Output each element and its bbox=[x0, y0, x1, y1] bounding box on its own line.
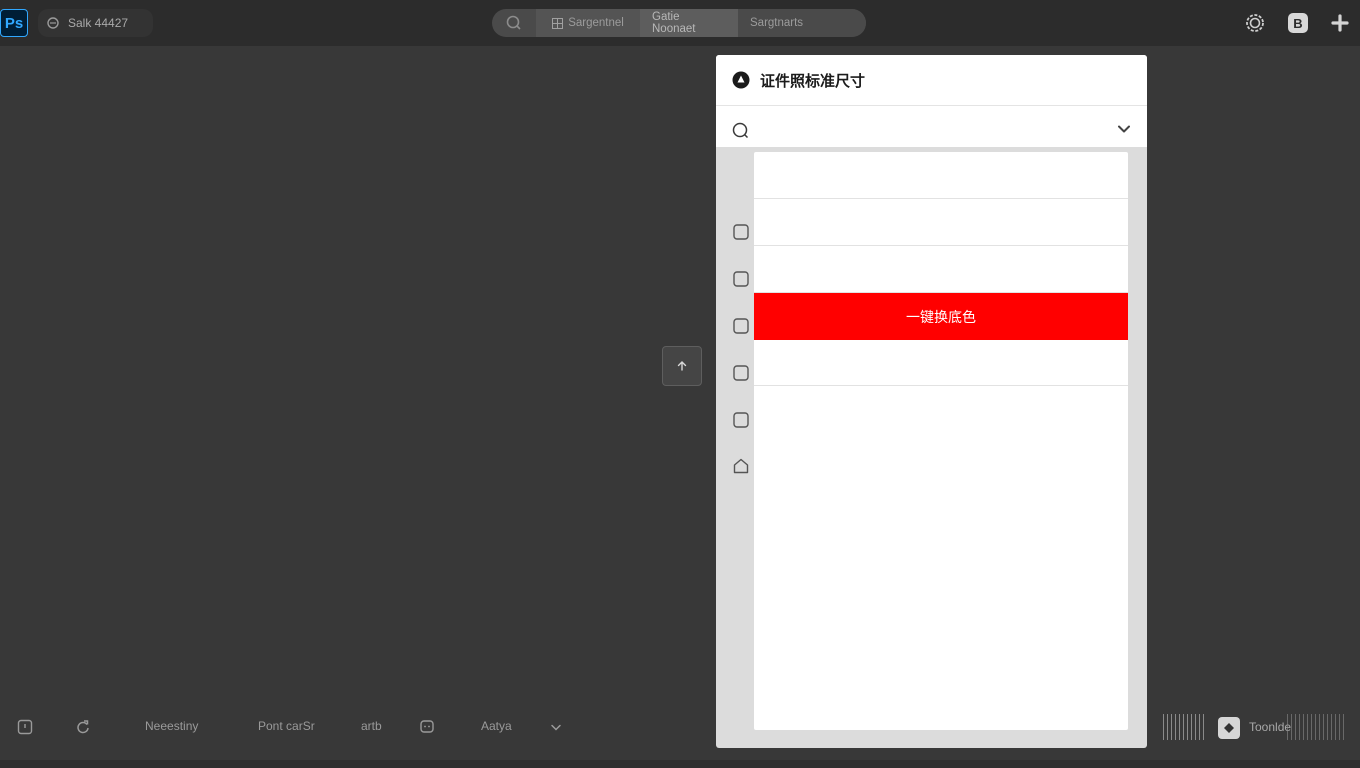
square-icon[interactable] bbox=[732, 317, 750, 335]
bottom-item-aatya[interactable]: Aatya bbox=[481, 719, 512, 733]
list-item-label: 一键换底色 bbox=[906, 309, 976, 326]
square-icon[interactable] bbox=[732, 270, 750, 288]
tool-button[interactable] bbox=[1218, 717, 1240, 739]
grid-icon bbox=[552, 17, 564, 29]
list-item[interactable] bbox=[754, 339, 1128, 386]
home-icon[interactable] bbox=[732, 457, 750, 475]
user-badge-button[interactable]: B bbox=[1287, 12, 1309, 34]
diamond-icon bbox=[1224, 723, 1234, 733]
workspace-search-button[interactable] bbox=[492, 9, 536, 37]
bottom-item-pont-carsr[interactable]: Pont carSr bbox=[258, 719, 315, 733]
tab-sargtnarts[interactable]: Sargtnarts bbox=[738, 9, 866, 37]
list-item[interactable] bbox=[754, 199, 1128, 246]
bottom-right-tools: Toonlde bbox=[1147, 706, 1360, 748]
square-icon[interactable] bbox=[732, 364, 750, 382]
chevron-down-icon[interactable] bbox=[547, 718, 565, 736]
panel-header: 证件照标准尺寸 bbox=[716, 55, 1147, 106]
gear-icon bbox=[1246, 14, 1264, 32]
tab-label: Gatie Noonaet bbox=[652, 11, 696, 35]
add-button[interactable] bbox=[1329, 12, 1351, 34]
panel-title: 证件照标准尺寸 bbox=[760, 71, 866, 90]
panel-search-bar bbox=[716, 106, 1147, 147]
panel-search-input[interactable] bbox=[756, 112, 1096, 142]
plus-icon bbox=[1331, 14, 1349, 32]
bottom-item-neeestiny[interactable]: Neeestiny bbox=[145, 719, 198, 733]
square-icon[interactable] bbox=[732, 411, 750, 429]
tool-label: Toonlde bbox=[1249, 720, 1292, 734]
document-title: Salk 44427 bbox=[68, 16, 129, 30]
level-meter bbox=[1287, 714, 1347, 740]
square-icon[interactable] bbox=[732, 223, 750, 241]
list-item[interactable] bbox=[754, 246, 1128, 293]
list-item[interactable] bbox=[754, 152, 1128, 199]
app-logo[interactable]: Ps bbox=[0, 9, 28, 37]
tab-gatie-noonaet[interactable]: Gatie Noonaet bbox=[640, 9, 738, 37]
bottom-item-artb[interactable]: artb bbox=[361, 719, 382, 733]
top-bar: Ps Salk 44427 Sargentnel Gatie Noonaet S… bbox=[0, 0, 1360, 46]
frame-icon[interactable] bbox=[16, 718, 34, 736]
bottom-edge bbox=[0, 760, 1360, 768]
panel-side-toolbar bbox=[716, 147, 754, 748]
refresh-icon[interactable] bbox=[74, 718, 92, 736]
level-meter bbox=[1163, 714, 1205, 740]
workspace-tabs: Sargentnel Gatie Noonaet Sargtnarts bbox=[492, 9, 866, 37]
tab-label: Sargentnel bbox=[568, 17, 624, 29]
document-title-pill[interactable]: Salk 44427 bbox=[38, 9, 153, 37]
size-list: 一键换底色 bbox=[754, 152, 1128, 730]
search-icon bbox=[732, 122, 749, 139]
id-photo-size-panel: 证件照标准尺寸 一键换底色 bbox=[716, 55, 1147, 748]
drop-icon bbox=[732, 71, 750, 89]
tab-label: Sargtnarts bbox=[750, 17, 804, 29]
settings-button[interactable] bbox=[1244, 12, 1266, 34]
search-icon bbox=[506, 15, 521, 30]
bottom-bar: Neeestiny Pont carSr artb Aatya bbox=[0, 706, 716, 748]
chat-icon[interactable] bbox=[418, 718, 436, 736]
tab-sargentnel[interactable]: Sargentnel bbox=[536, 9, 640, 37]
chevron-down-icon[interactable] bbox=[1116, 121, 1132, 137]
arrow-up-icon bbox=[677, 361, 687, 371]
b-badge: B bbox=[1288, 13, 1308, 33]
change-background-button[interactable]: 一键换底色 bbox=[754, 293, 1128, 340]
scroll-up-button[interactable] bbox=[662, 346, 702, 386]
document-icon bbox=[47, 17, 59, 29]
